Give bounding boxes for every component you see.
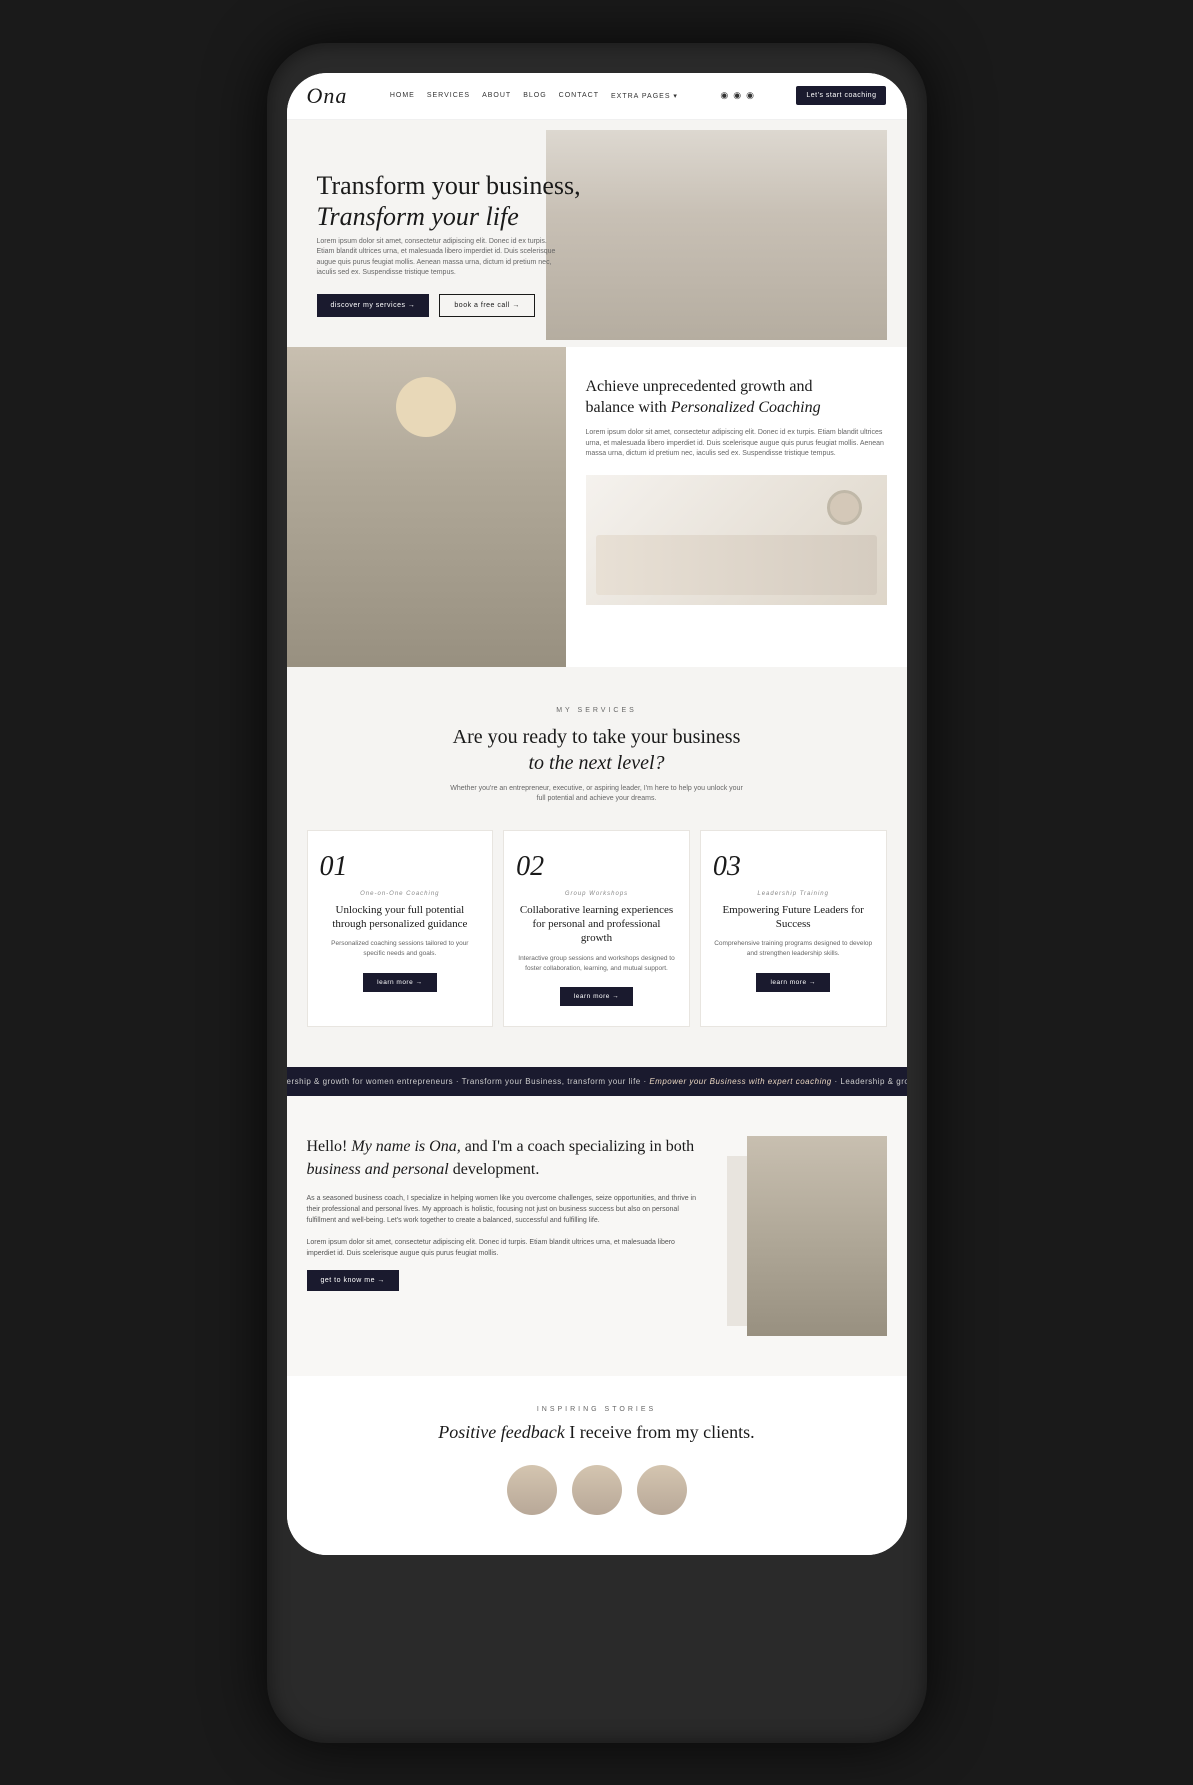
hero-content: Transform your business, Transform your … — [317, 170, 625, 317]
about-image-container — [727, 1136, 887, 1336]
phone-screen: Ona HOME SERVICES ABOUT BLOG CONTACT EXT… — [287, 73, 907, 1555]
services-grid: 01 One-on-One Coaching Unlocking your fu… — [307, 830, 887, 1027]
service-btn-1[interactable]: learn more → — [363, 973, 436, 992]
marquee-text: ership & growth for women entrepreneurs … — [287, 1077, 907, 1086]
marquee-banner: ership & growth for women entrepreneurs … — [287, 1067, 907, 1096]
services-section: MY SERVICES Are you ready to take your b… — [287, 667, 907, 1067]
hero-buttons: discover my services → book a free call … — [317, 294, 625, 317]
service-type-2: Group Workshops — [516, 891, 677, 897]
phone-frame: Ona HOME SERVICES ABOUT BLOG CONTACT EXT… — [267, 43, 927, 1743]
about-body-1: As a seasoned business coach, I speciali… — [307, 1193, 697, 1227]
service-btn-3[interactable]: learn more → — [756, 973, 829, 992]
services-subtitle: Whether you're an entrepreneur, executiv… — [447, 784, 747, 805]
coaching-section: Achieve unprecedented growth and balance… — [287, 347, 907, 667]
about-title: Hello! My name is Ona, and I'm a coach s… — [307, 1136, 697, 1181]
services-label: MY SERVICES — [307, 707, 887, 714]
testimonial-avatars — [307, 1465, 887, 1535]
service-title-1: Unlocking your full potential through pe… — [320, 903, 481, 932]
hero-section: Transform your business, Transform your … — [287, 120, 907, 347]
nav-blog[interactable]: BLOG — [523, 92, 546, 99]
testimonials-section: INSPIRING STORIES Positive feedback I re… — [287, 1376, 907, 1554]
nav-extra[interactable]: EXTRA PAGES ▾ — [611, 92, 678, 100]
service-num-3: 03 — [713, 851, 874, 883]
nav-home[interactable]: HOME — [390, 92, 415, 99]
service-num-2: 02 — [516, 851, 677, 883]
service-desc-3: Comprehensive training programs designed… — [713, 939, 874, 959]
service-type-1: One-on-One Coaching — [320, 891, 481, 897]
avatar-3 — [637, 1465, 687, 1515]
about-person-image — [747, 1136, 887, 1336]
testimonials-label: INSPIRING STORIES — [307, 1406, 887, 1413]
about-woman-photo — [747, 1136, 887, 1336]
coaching-body: Lorem ipsum dolor sit amet, consectetur … — [586, 428, 887, 460]
youtube-icon[interactable]: ◉ — [746, 90, 754, 101]
instagram-icon[interactable]: ◉ — [720, 90, 728, 101]
service-btn-2[interactable]: learn more → — [560, 987, 633, 1006]
pinterest-icon[interactable]: ◉ — [733, 90, 741, 101]
keyboard-watch-image — [586, 475, 887, 605]
about-section: Hello! My name is Ona, and I'm a coach s… — [287, 1096, 907, 1376]
watch-visual — [827, 490, 862, 525]
get-to-know-button[interactable]: get to know me → — [307, 1270, 399, 1291]
testimonials-title: Positive feedback I receive from my clie… — [307, 1421, 887, 1444]
service-card-2: 02 Group Workshops Collaborative learnin… — [503, 830, 690, 1027]
service-desc-1: Personalized coaching sessions tailored … — [320, 939, 481, 959]
service-card-3: 03 Leadership Training Empowering Future… — [700, 830, 887, 1027]
service-num-1: 01 — [320, 851, 481, 883]
service-desc-2: Interactive group sessions and workshops… — [516, 954, 677, 974]
keyboard-visual — [596, 535, 877, 595]
brand-logo[interactable]: Ona — [307, 83, 348, 109]
hero-title: Transform your business, Transform your … — [317, 170, 625, 232]
nav-about[interactable]: ABOUT — [482, 92, 511, 99]
avatar-2 — [572, 1465, 622, 1515]
hero-body: Lorem ipsum dolor sit amet, consectetur … — [317, 237, 557, 279]
discover-services-button[interactable]: discover my services → — [317, 294, 430, 317]
avatar-1 — [507, 1465, 557, 1515]
nav-services[interactable]: SERVICES — [427, 92, 470, 99]
services-title: Are you ready to take your business to t… — [307, 724, 887, 776]
about-body-2: Lorem ipsum dolor sit amet, consectetur … — [307, 1237, 697, 1259]
service-card-1: 01 One-on-One Coaching Unlocking your fu… — [307, 830, 494, 1027]
coaching-content: Achieve unprecedented growth and balance… — [566, 347, 907, 667]
book-call-button[interactable]: book a free call → — [439, 294, 534, 317]
woman-photo — [287, 347, 566, 667]
service-type-3: Leadership Training — [713, 891, 874, 897]
cta-button[interactable]: Let's start coaching — [796, 86, 886, 105]
service-title-3: Empowering Future Leaders for Success — [713, 903, 874, 932]
nav-menu: HOME SERVICES ABOUT BLOG CONTACT EXTRA P… — [390, 92, 678, 100]
service-title-2: Collaborative learning experiences for p… — [516, 903, 677, 946]
nav-contact[interactable]: CONTACT — [559, 92, 599, 99]
social-icons: ◉ ◉ ◉ — [720, 90, 754, 101]
coaching-person-image — [287, 347, 566, 667]
about-content: Hello! My name is Ona, and I'm a coach s… — [307, 1136, 707, 1336]
navbar: Ona HOME SERVICES ABOUT BLOG CONTACT EXT… — [287, 73, 907, 120]
coaching-title: Achieve unprecedented growth and balance… — [586, 377, 887, 419]
